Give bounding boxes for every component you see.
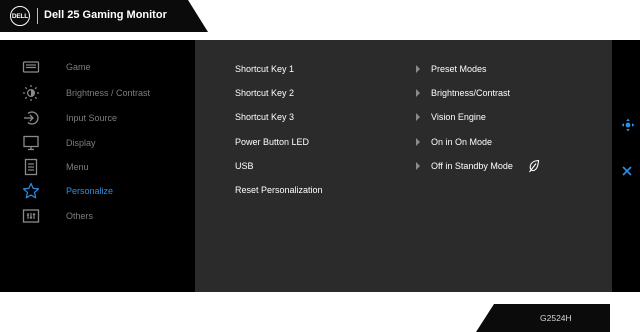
gamepad-icon	[22, 58, 40, 76]
menu-item-others[interactable]: Others	[14, 205, 194, 227]
leaf-icon	[529, 159, 540, 173]
row-shortcut-key-2[interactable]: Shortcut Key 2 Brightness/Contrast	[195, 82, 612, 104]
personalize-panel: Shortcut Key 1 Preset Modes Shortcut Key…	[195, 40, 612, 292]
input-source-icon	[22, 109, 40, 127]
menu-icon	[22, 158, 40, 176]
row-value: Off in Standby Mode	[431, 161, 513, 171]
menu-item-display[interactable]: Display	[14, 132, 194, 154]
row-label: Shortcut Key 3	[235, 112, 295, 122]
joystick-icon[interactable]	[621, 118, 635, 132]
row-label: USB	[235, 161, 254, 171]
close-icon[interactable]	[621, 165, 633, 177]
menu-label-game: Game	[66, 62, 91, 72]
model-label: G2524H	[540, 313, 572, 323]
menu-item-game[interactable]: Game	[14, 56, 194, 78]
main-menu: Game Brightness / Contrast Input Source …	[14, 40, 194, 292]
menu-label-display: Display	[66, 138, 96, 148]
menu-label-others: Others	[66, 211, 94, 221]
row-value: Brightness/Contrast	[431, 88, 511, 98]
menu-item-brightness-contrast[interactable]: Brightness / Contrast	[14, 82, 194, 104]
display-icon	[22, 134, 40, 152]
row-reset-personalization[interactable]: Reset Personalization	[195, 179, 612, 201]
row-value: Vision Engine	[431, 112, 486, 122]
row-label: Reset Personalization	[235, 185, 323, 195]
chevron-right-icon	[416, 89, 420, 97]
menu-item-personalize[interactable]: Personalize	[14, 180, 194, 202]
menu-label-personalize: Personalize	[66, 186, 114, 196]
row-value: On in On Mode	[431, 137, 493, 147]
monitor-title: Dell 25 Gaming Monitor	[44, 9, 167, 21]
row-shortcut-key-3[interactable]: Shortcut Key 3 Vision Engine	[195, 106, 612, 128]
star-icon	[22, 182, 40, 200]
chevron-right-icon	[416, 65, 420, 73]
menu-item-menu[interactable]: Menu	[14, 156, 194, 178]
menu-label-brightness-contrast: Brightness / Contrast	[66, 88, 151, 98]
menu-label-input-source: Input Source	[66, 113, 118, 123]
row-label: Shortcut Key 1	[235, 64, 295, 74]
menu-item-input-source[interactable]: Input Source	[14, 107, 194, 129]
row-label: Power Button LED	[235, 137, 310, 147]
row-label: Shortcut Key 2	[235, 88, 295, 98]
chevron-right-icon	[416, 113, 420, 121]
others-icon	[22, 207, 40, 225]
row-value: Preset Modes	[431, 64, 487, 74]
chevron-right-icon	[416, 138, 420, 146]
dell-logo: DELL	[10, 6, 30, 26]
logo-divider	[37, 8, 38, 24]
brightness-icon	[22, 84, 40, 102]
row-shortcut-key-1[interactable]: Shortcut Key 1 Preset Modes	[195, 58, 612, 80]
title-tab: DELL Dell 25 Gaming Monitor	[0, 0, 208, 32]
chevron-right-icon	[416, 162, 420, 170]
row-usb[interactable]: USB Off in Standby Mode	[195, 155, 612, 177]
dell-logo-text: DELL	[11, 12, 29, 20]
menu-label-menu: Menu	[66, 162, 89, 172]
row-power-button-led[interactable]: Power Button LED On in On Mode	[195, 131, 612, 153]
